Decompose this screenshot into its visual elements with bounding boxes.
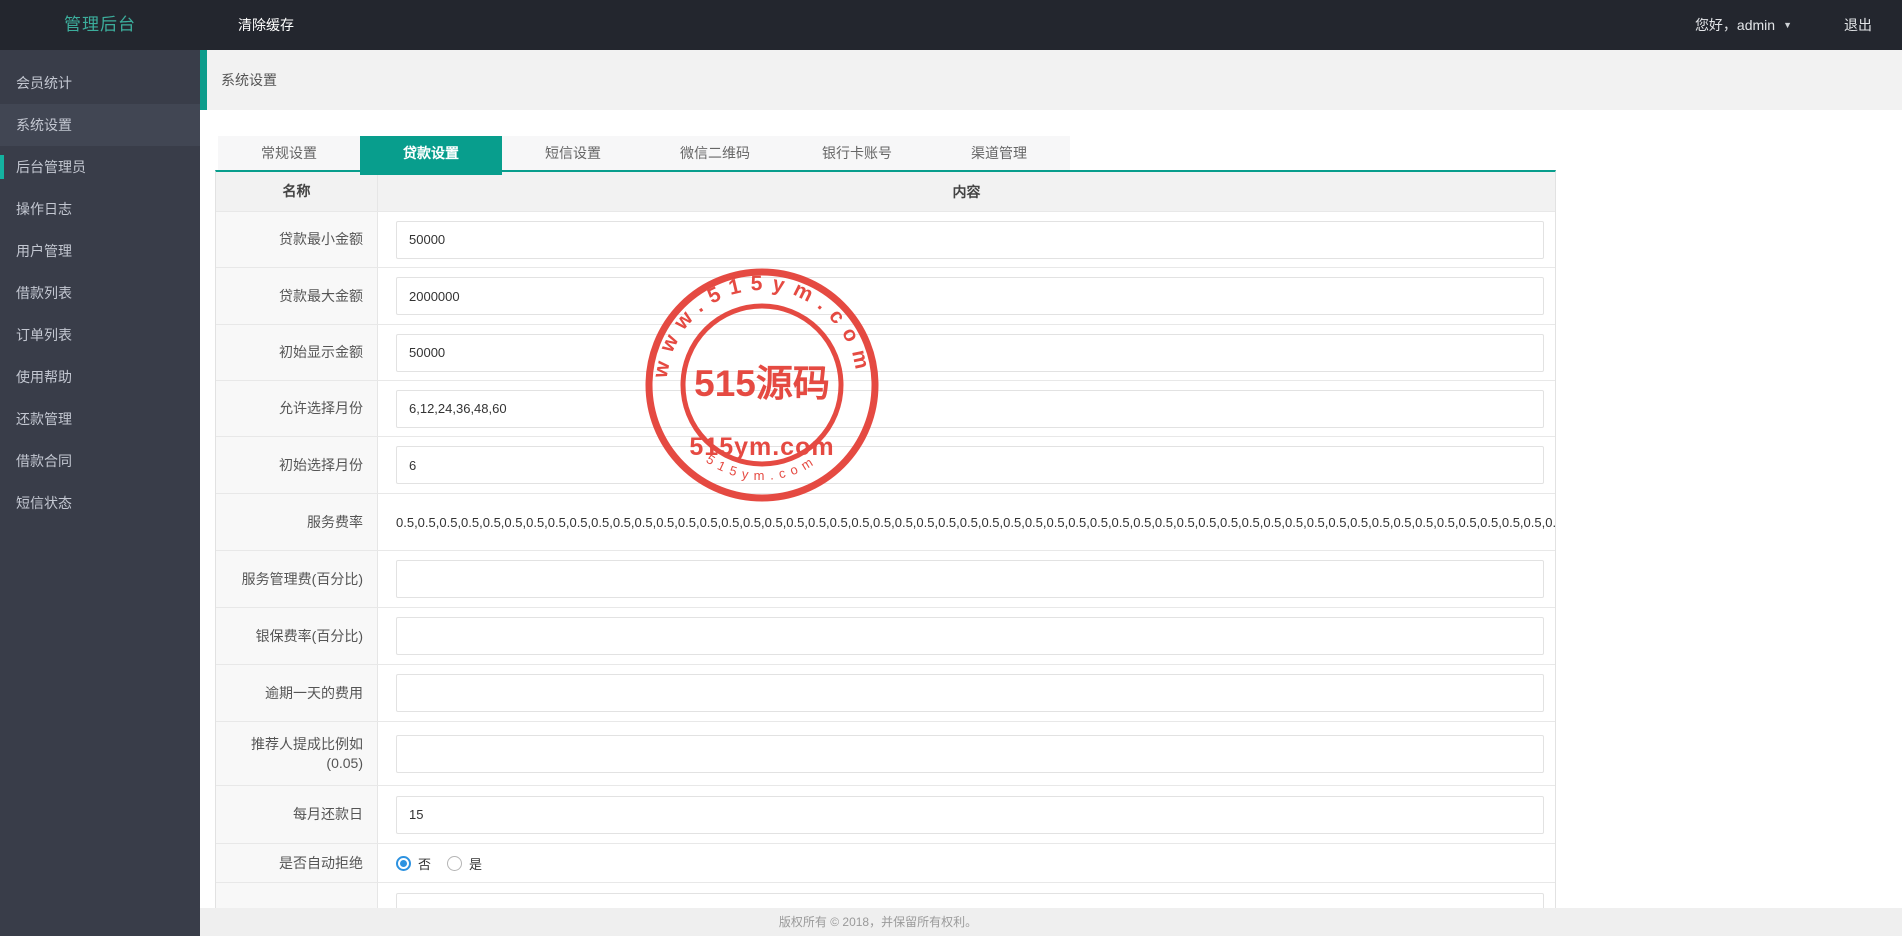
setting-input[interactable] xyxy=(396,893,1544,908)
sidebar-nav: 会员统计 系统设置 后台管理员 操作日志 用户管理 借款列表 订单列表 使用帮助 还款管理 借款合… xyxy=(0,50,200,524)
table-row: 贷款最小金额 xyxy=(216,212,1555,268)
setting-input[interactable] xyxy=(396,333,1544,372)
table-row: 每月还款日 xyxy=(216,786,1555,844)
sidebar-item[interactable]: 使用帮助 xyxy=(0,356,200,398)
header-name-cell: 名称 xyxy=(216,172,378,211)
table-row xyxy=(216,883,1555,908)
sidebar-item[interactable]: 用户管理 xyxy=(0,230,200,272)
breadcrumb: 系统设置 xyxy=(200,50,1902,110)
tab[interactable]: 微信二维码 xyxy=(644,136,786,170)
footer: 版权所有 © 2018，并保留所有权利。 xyxy=(200,908,1902,936)
setting-input[interactable] xyxy=(396,220,1544,259)
setting-value-cell xyxy=(378,325,1555,380)
sidebar-item[interactable]: 还款管理 xyxy=(0,398,200,440)
app-logo: 管理后台 xyxy=(64,15,136,34)
tab[interactable]: 贷款设置 xyxy=(360,136,502,175)
setting-value-cell xyxy=(378,268,1555,324)
setting-value-cell xyxy=(378,786,1555,843)
table-row: 逾期一天的费用 xyxy=(216,665,1555,722)
table-row: 服务管理费(百分比) xyxy=(216,551,1555,608)
sidebar-item[interactable]: 操作日志 xyxy=(0,188,200,230)
setting-text-value: 0.5,0.5,0.5,0.5,0.5,0.5,0.5,0.5,0.5,0.5,… xyxy=(396,514,1555,530)
table-row: 初始选择月份 xyxy=(216,437,1555,494)
setting-label xyxy=(216,883,378,908)
tab[interactable]: 短信设置 xyxy=(502,136,644,170)
user-greeting: 您好，admin xyxy=(1694,17,1776,33)
sidebar-item[interactable]: 会员统计 xyxy=(0,62,200,104)
setting-input[interactable] xyxy=(396,734,1544,773)
table-header-row: 名称 内容 xyxy=(216,172,1555,212)
setting-value-cell xyxy=(378,551,1555,607)
setting-label: 服务费率 xyxy=(216,494,378,550)
setting-value-cell xyxy=(378,722,1555,785)
radio-option-label: 是 xyxy=(469,856,483,872)
tab[interactable]: 常规设置 xyxy=(218,136,360,170)
setting-label: 推荐人提成比例如 (0.05) xyxy=(216,722,378,785)
setting-label: 初始显示金额 xyxy=(216,325,378,380)
clear-cache-button[interactable]: 清除缓存 xyxy=(238,15,294,35)
radio-option[interactable] xyxy=(396,855,411,871)
setting-input[interactable] xyxy=(396,617,1544,655)
setting-input[interactable] xyxy=(396,446,1544,484)
sidebar-item[interactable]: 后台管理员 xyxy=(0,146,200,188)
logout-button[interactable]: 退出 xyxy=(1844,15,1872,35)
radio-option-label: 否 xyxy=(418,856,432,872)
sidebar-item[interactable]: 系统设置 xyxy=(0,104,200,146)
setting-input[interactable] xyxy=(396,560,1544,598)
setting-input[interactable] xyxy=(396,389,1544,428)
setting-value-cell xyxy=(378,381,1555,436)
table-row: 初始显示金额 xyxy=(216,325,1555,381)
tab[interactable]: 渠道管理 xyxy=(928,136,1070,170)
setting-label: 服务管理费(百分比) xyxy=(216,551,378,607)
setting-label: 允许选择月份 xyxy=(216,381,378,436)
setting-value-cell: 否是 xyxy=(378,844,1555,882)
sidebar-item[interactable]: 借款合同 xyxy=(0,440,200,482)
setting-value-cell xyxy=(378,608,1555,664)
setting-input[interactable] xyxy=(396,674,1544,712)
setting-input[interactable] xyxy=(396,795,1544,834)
caret-down-icon: ▼ xyxy=(1783,20,1792,30)
table-row: 是否自动拒绝否是 xyxy=(216,844,1555,883)
header-content-cell: 内容 xyxy=(378,172,1555,211)
sidebar-item[interactable]: 借款列表 xyxy=(0,272,200,314)
copyright-text: 版权所有 © 2018，并保留所有权利。 xyxy=(778,915,978,929)
setting-label: 逾期一天的费用 xyxy=(216,665,378,721)
main-area: 系统设置 常规设置 贷款设置 短信设置 微信二维码 银行卡账号 渠道管理 名称 内容 贷款… xyxy=(200,50,1902,936)
radio-option[interactable] xyxy=(447,855,463,871)
setting-value-cell xyxy=(378,665,1555,721)
table-row: 贷款最大金额 xyxy=(216,268,1555,325)
tab[interactable]: 银行卡账号 xyxy=(786,136,928,170)
setting-value-cell xyxy=(378,883,1555,908)
top-bar: 管理后台 清除缓存 您好，admin ▼ 退出 xyxy=(0,0,1902,50)
sidebar-item[interactable]: 订单列表 xyxy=(0,314,200,356)
topbar-right: 您好，admin ▼ 退出 xyxy=(1695,15,1902,35)
table-row: 银保费率(百分比) xyxy=(216,608,1555,665)
sidebar: 会员统计 系统设置 后台管理员 操作日志 用户管理 借款列表 订单列表 使用帮助 还款管理 借款合… xyxy=(0,50,200,936)
setting-label: 银保费率(百分比) xyxy=(216,608,378,664)
setting-label: 初始选择月份 xyxy=(216,437,378,493)
setting-value-cell xyxy=(378,437,1555,493)
content-panel: 常规设置贷款设置短信设置微信二维码银行卡账号渠道管理 名称 内容 贷款最小金额贷… xyxy=(200,110,1902,908)
table-row: 允许选择月份 xyxy=(216,381,1555,437)
user-menu[interactable]: 您好，admin ▼ xyxy=(1695,15,1792,35)
setting-label: 是否自动拒绝 xyxy=(216,844,378,882)
sidebar-item[interactable]: 短信状态 xyxy=(0,482,200,524)
tab-bar: 常规设置 贷款设置 短信设置 微信二维码 银行卡账号 渠道管理 xyxy=(218,136,1070,175)
setting-label: 贷款最大金额 xyxy=(216,268,378,324)
table-row: 服务费率 0.5,0.5,0.5,0.5,0.5,0.5,0.5,0.5,0.5,… xyxy=(216,494,1555,551)
setting-input[interactable] xyxy=(396,277,1544,315)
radio-group: 否是 xyxy=(396,854,494,873)
setting-value-cell: 0.5,0.5,0.5,0.5,0.5,0.5,0.5,0.5,0.5,0.5,… xyxy=(378,494,1555,550)
setting-value-cell xyxy=(378,212,1555,267)
setting-label: 贷款最小金额 xyxy=(216,212,378,267)
setting-label: 每月还款日 xyxy=(216,786,378,843)
table-row: 推荐人提成比例如 (0.05) xyxy=(216,722,1555,786)
settings-table: 名称 内容 贷款最小金额贷款最大金额初始显示金额允许选择月份初始选择月份服务费率… xyxy=(215,170,1556,908)
